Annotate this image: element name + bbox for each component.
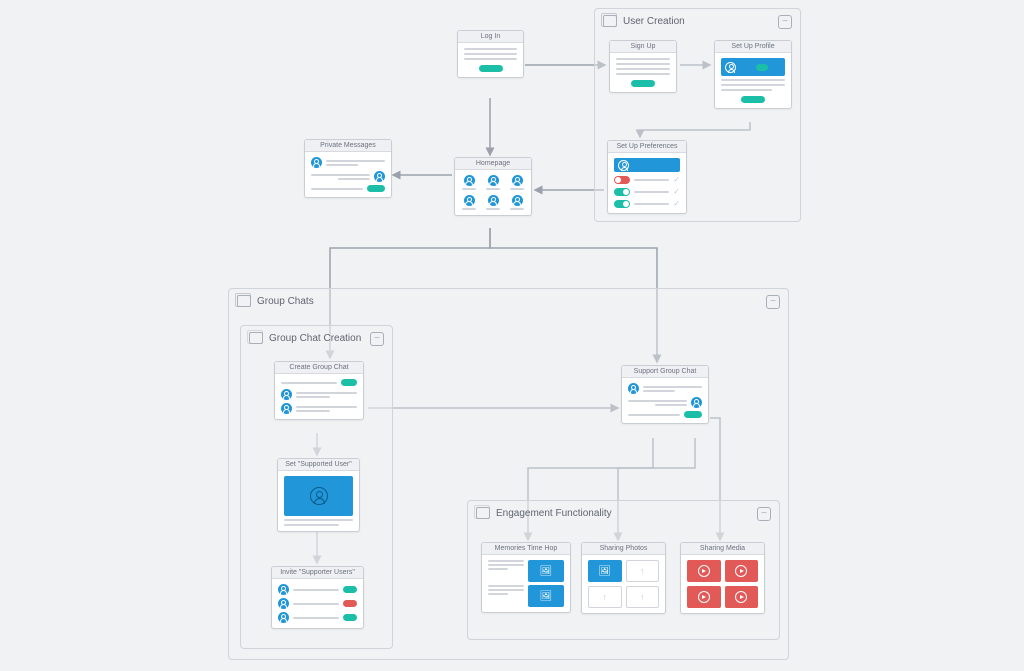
avatar-icon xyxy=(464,175,475,186)
card-private-messages[interactable]: Private Messages xyxy=(304,139,392,198)
play-icon xyxy=(735,565,747,577)
stack-icon xyxy=(476,507,490,519)
stack-icon xyxy=(249,332,263,344)
upload-slot: ↑ xyxy=(588,586,622,608)
card-title: Sharing Photos xyxy=(582,543,665,555)
card-login[interactable]: Log In xyxy=(457,30,524,78)
group-label: Group Chat Creation xyxy=(269,333,361,344)
avatar-outline-icon xyxy=(310,487,328,505)
action-pill xyxy=(341,379,357,386)
submit-pill xyxy=(631,80,655,87)
play-icon xyxy=(698,565,710,577)
avatar-icon xyxy=(278,612,289,623)
check-icon: ✓ xyxy=(673,199,680,208)
avatar-icon xyxy=(618,160,629,171)
card-signup[interactable]: Sign Up xyxy=(609,40,677,93)
play-icon xyxy=(698,591,710,603)
image-icon: 🖼 xyxy=(540,591,553,602)
upload-slot: ↑ xyxy=(626,586,660,608)
collapse-button[interactable]: − xyxy=(766,295,780,309)
toggle-icon xyxy=(614,176,630,184)
avatar-icon xyxy=(488,175,499,186)
group-label: User Creation xyxy=(623,16,685,27)
submit-pill xyxy=(741,96,765,103)
card-title: Memories Time Hop xyxy=(482,543,570,555)
card-homepage[interactable]: Homepage xyxy=(454,157,532,216)
group-label: Engagement Functionality xyxy=(496,508,612,519)
card-memories[interactable]: Memories Time Hop 🖼 🖼 xyxy=(481,542,571,613)
avatar-icon xyxy=(628,383,639,394)
check-icon: ✓ xyxy=(673,175,680,184)
avatar-icon xyxy=(725,62,736,73)
submit-pill xyxy=(479,65,503,72)
toggle-icon xyxy=(614,200,630,208)
card-sharing-media[interactable]: Sharing Media xyxy=(680,542,765,614)
card-create-group-chat[interactable]: Create Group Chat xyxy=(274,361,364,420)
stack-icon xyxy=(237,295,251,307)
avatar-icon xyxy=(278,584,289,595)
action-pill xyxy=(343,600,357,607)
avatar-icon xyxy=(464,195,475,206)
card-set-supported-user[interactable]: Set "Supported User" xyxy=(277,458,360,532)
card-profile[interactable]: Set Up Profile xyxy=(714,40,792,109)
card-title: Create Group Chat xyxy=(275,362,363,374)
card-title: Set Up Preferences xyxy=(608,141,686,153)
image-icon: 🖼 xyxy=(540,566,553,577)
play-icon xyxy=(735,591,747,603)
avatar-icon xyxy=(311,157,322,168)
group-header: Group Chat Creation xyxy=(249,332,361,344)
avatar-icon xyxy=(512,175,523,186)
avatar-icon xyxy=(374,171,385,182)
card-title: Homepage xyxy=(455,158,531,170)
collapse-button[interactable]: − xyxy=(370,332,384,346)
action-pill xyxy=(343,614,357,621)
avatar-icon xyxy=(488,195,499,206)
image-icon: 🖼 xyxy=(598,566,611,577)
send-pill xyxy=(367,185,385,192)
card-sharing-photos[interactable]: Sharing Photos 🖼 ↑ ↑ ↑ xyxy=(581,542,666,614)
card-title: Invite "Supporter Users" xyxy=(272,567,363,579)
collapse-button[interactable]: − xyxy=(757,507,771,521)
toggle-icon xyxy=(614,188,630,196)
card-title: Sharing Media xyxy=(681,543,764,555)
upload-slot: ↑ xyxy=(626,560,660,582)
card-invite-supporter[interactable]: Invite "Supporter Users" xyxy=(271,566,364,629)
card-preferences[interactable]: Set Up Preferences ✓ ✓ ✓ xyxy=(607,140,687,214)
check-icon: ✓ xyxy=(673,187,680,196)
card-title: Set Up Profile xyxy=(715,41,791,53)
collapse-button[interactable]: − xyxy=(778,15,792,29)
send-pill xyxy=(684,411,702,418)
card-title: Sign Up xyxy=(610,41,676,53)
card-title: Set "Supported User" xyxy=(278,459,359,471)
card-title: Support Group Chat xyxy=(622,366,708,378)
avatar-icon xyxy=(281,389,292,400)
group-header: User Creation xyxy=(603,15,685,27)
action-pill xyxy=(343,586,357,593)
avatar-icon xyxy=(691,397,702,408)
avatar-icon xyxy=(278,598,289,609)
card-title: Log In xyxy=(458,31,523,43)
card-support-group-chat[interactable]: Support Group Chat xyxy=(621,365,709,424)
group-header: Engagement Functionality xyxy=(476,507,612,519)
avatar-icon xyxy=(512,195,523,206)
group-header: Group Chats xyxy=(237,295,314,307)
card-title: Private Messages xyxy=(305,140,391,152)
avatar-icon xyxy=(281,403,292,414)
stack-icon xyxy=(603,15,617,27)
group-label: Group Chats xyxy=(257,296,314,307)
